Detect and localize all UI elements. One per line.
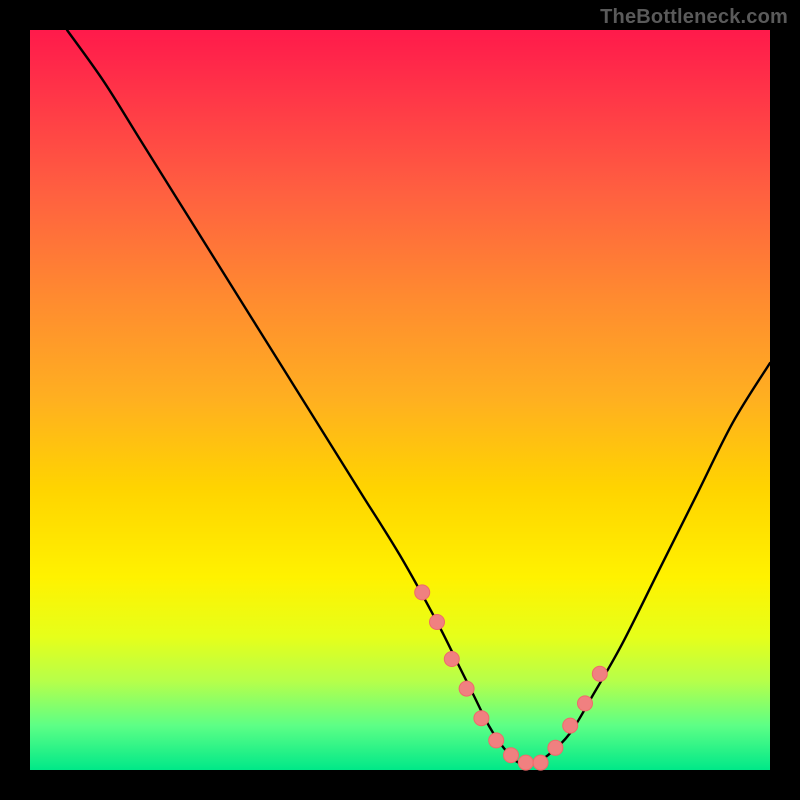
highlight-marker [592, 666, 607, 681]
chart-frame: TheBottleneck.com [0, 0, 800, 800]
highlight-markers [415, 585, 608, 770]
highlight-marker [415, 585, 430, 600]
highlight-marker [459, 681, 474, 696]
plot-area [30, 30, 770, 770]
highlight-marker [518, 755, 533, 770]
highlight-marker [533, 755, 548, 770]
highlight-marker [578, 696, 593, 711]
watermark-text: TheBottleneck.com [600, 6, 788, 29]
highlight-marker [504, 748, 519, 763]
highlight-marker [548, 740, 563, 755]
highlight-marker [444, 652, 459, 667]
bottleneck-curve [67, 30, 770, 764]
highlight-marker [489, 733, 504, 748]
highlight-marker [563, 718, 578, 733]
highlight-marker [474, 711, 489, 726]
highlight-marker [430, 615, 445, 630]
curve-layer [30, 30, 770, 770]
